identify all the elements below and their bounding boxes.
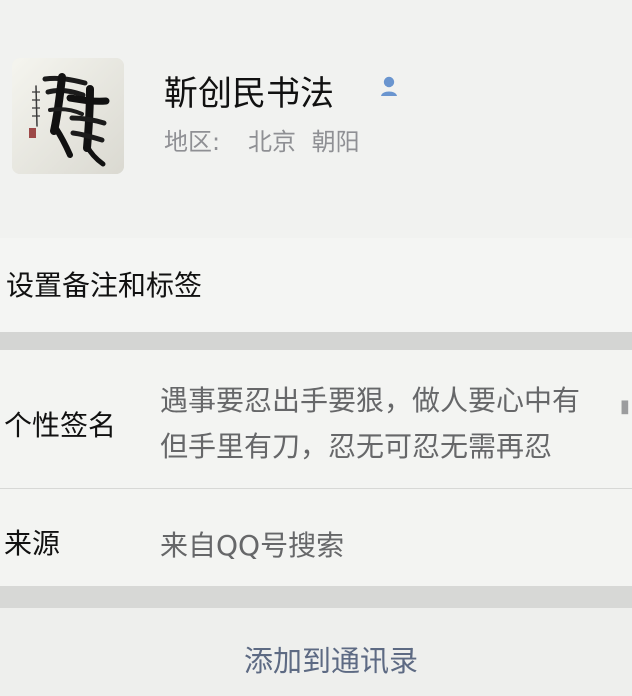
region-value: 北京 朝阳 xyxy=(248,128,360,156)
section-separator xyxy=(0,332,632,350)
person-badge-icon xyxy=(381,76,397,96)
profile-name: 靳创民书法 xyxy=(164,74,334,114)
signature-text-line-2: 但手里有刀，忍无可忍无需再忍 xyxy=(160,430,553,463)
signature-label: 个性签名 xyxy=(4,409,117,442)
signature-text-line-1: 遇事要忍出手要狠，做人要心中有 xyxy=(160,384,581,417)
text-overflow-icon: ▮ xyxy=(620,396,630,417)
source-label: 来源 xyxy=(4,527,61,560)
source-value: 来自QQ号搜索 xyxy=(160,529,345,562)
details-divider xyxy=(0,488,632,489)
region-label: 地区: xyxy=(164,128,221,156)
section-separator-bottom xyxy=(0,586,632,608)
set-remark-label: 设置备注和标签 xyxy=(6,269,203,302)
add-to-contacts-label: 添加到通讯录 xyxy=(244,644,419,678)
calligraphy-avatar-icon xyxy=(12,58,124,174)
avatar[interactable] xyxy=(12,58,124,174)
